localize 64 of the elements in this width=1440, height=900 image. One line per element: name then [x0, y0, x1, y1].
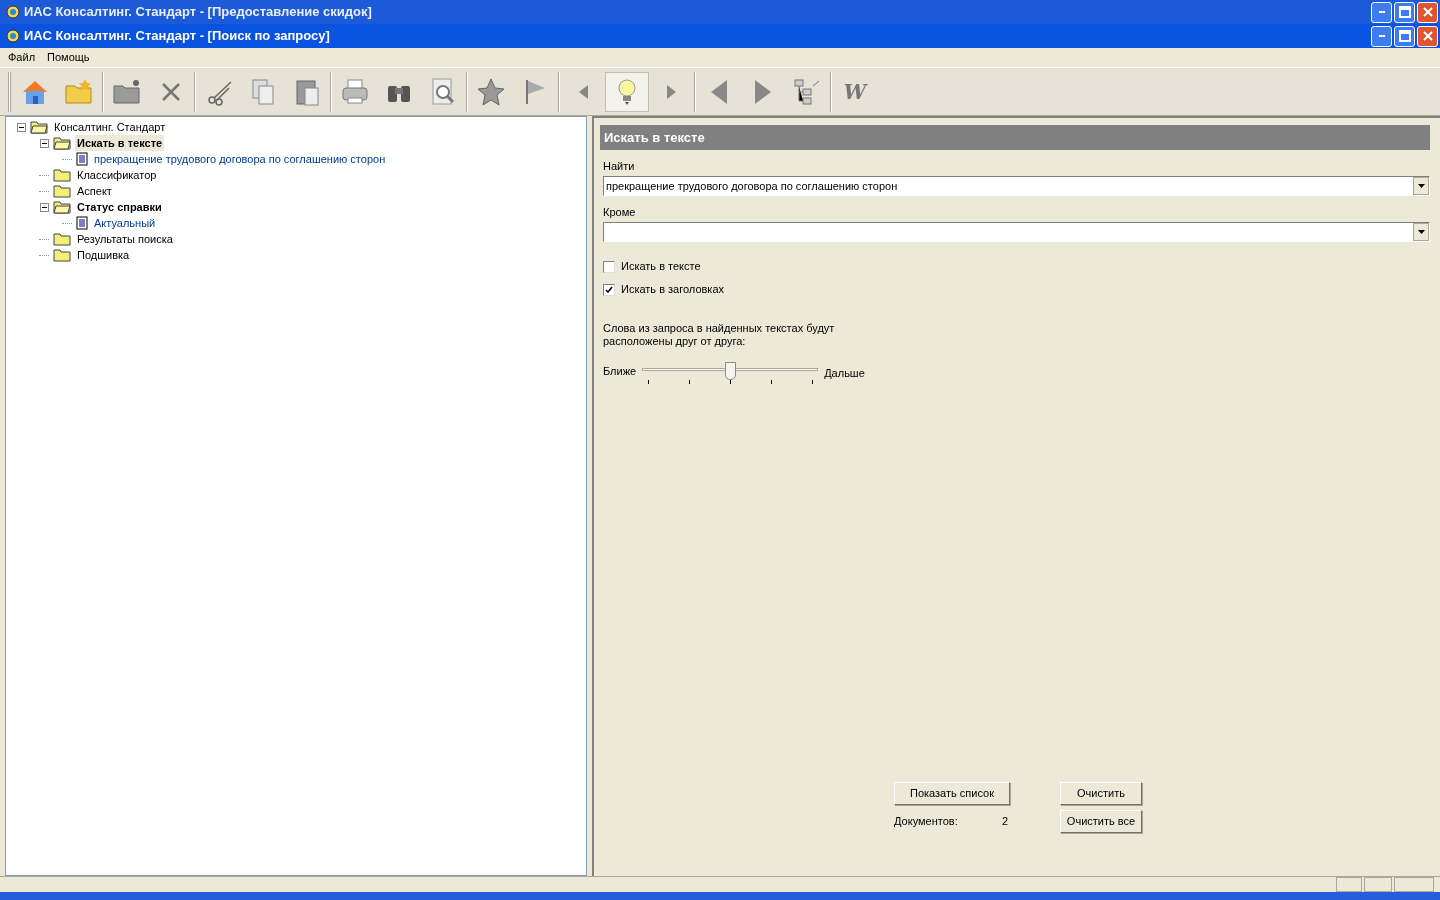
- count-value: 2: [1001, 814, 1008, 830]
- tree-item[interactable]: Консалтинг. Стандарт: [52, 118, 168, 136]
- caret-icon: [1417, 184, 1425, 188]
- tree-item[interactable]: Подшивка: [75, 246, 132, 264]
- minimize-button[interactable]: [1371, 1, 1392, 23]
- tree-item[interactable]: прекращение трудового договора по соглашению сторон: [92, 150, 388, 168]
- maximize-icon: [1396, 4, 1413, 20]
- right-arrow-icon: [666, 84, 676, 99]
- app-icon: [6, 5, 20, 19]
- slider-thumb[interactable]: [725, 362, 737, 380]
- minimize-icon: [1378, 11, 1385, 13]
- maximize-icon: [1396, 28, 1413, 44]
- slider[interactable]: [642, 362, 819, 384]
- toolbar-button[interactable]: [605, 71, 649, 112]
- minus-icon: [18, 126, 24, 128]
- minimize-icon: [1378, 35, 1385, 37]
- document-icon: [76, 152, 88, 166]
- panel-header: Искать в тексте: [600, 125, 1430, 150]
- caret-icon: [1417, 230, 1425, 234]
- minus-icon: [41, 142, 47, 144]
- left-arrow-icon: [578, 84, 588, 99]
- tree-item[interactable]: Аспект: [75, 182, 114, 200]
- button[interactable]: Показать список: [894, 782, 1010, 805]
- tree-item[interactable]: Искать в тексте: [75, 134, 165, 152]
- app-icon: [6, 29, 20, 43]
- maximize-button[interactable]: [1394, 1, 1415, 23]
- window-title: ИАС Консалтинг. Стандарт - [Поиск по запросу]: [24, 27, 331, 46]
- collapse-toggle[interactable]: [16, 122, 26, 132]
- tree-item[interactable]: Результаты поиска: [75, 230, 175, 248]
- dropdown-button[interactable]: [1413, 177, 1429, 195]
- minimize-button[interactable]: [1371, 25, 1392, 47]
- close-button[interactable]: [1417, 25, 1438, 47]
- dropdown-button[interactable]: [1413, 223, 1429, 241]
- field-label: Кроме: [603, 206, 637, 218]
- collapse-toggle[interactable]: [39, 138, 49, 148]
- slider-label: Дальше: [824, 366, 865, 381]
- button[interactable]: Очистить все: [1060, 810, 1142, 833]
- folder-icon: [53, 232, 71, 246]
- open-folder-icon: [53, 200, 71, 214]
- menu-item[interactable]: Файл: [8, 49, 36, 66]
- slider-label: Ближе: [603, 364, 637, 379]
- folder-icon: [53, 248, 71, 262]
- folder-icon: [53, 168, 71, 182]
- tree-item[interactable]: Актуальный: [92, 214, 158, 232]
- tree-item[interactable]: Классификатор: [75, 166, 159, 184]
- minus-icon: [41, 206, 47, 208]
- collapse-toggle[interactable]: [39, 202, 49, 212]
- tree-item[interactable]: Статус справки: [75, 198, 164, 216]
- checkbox[interactable]: [603, 260, 615, 273]
- window-title: ИАС Консалтинг. Стандарт - [Предоставление скидок]: [24, 3, 373, 22]
- maximize-button[interactable]: [1394, 25, 1415, 47]
- folder-icon: [53, 184, 71, 198]
- close-button[interactable]: [1417, 1, 1438, 23]
- button[interactable]: Очистить: [1060, 782, 1142, 805]
- menu-item[interactable]: Помощь: [47, 49, 90, 66]
- checkbox-label: Искать в заголовках: [621, 282, 725, 298]
- description-text: Слова из запроса в найденных текстах будут расположены друг от друга:: [603, 322, 836, 348]
- count-label: Документов:: [894, 814, 958, 830]
- open-folder-icon: [30, 120, 48, 134]
- document-icon: [76, 216, 88, 230]
- checkbox-label: Искать в тексте: [621, 259, 701, 275]
- field-label: Найти: [603, 160, 636, 172]
- open-folder-icon: [53, 136, 71, 150]
- checkbox[interactable]: [603, 283, 615, 296]
